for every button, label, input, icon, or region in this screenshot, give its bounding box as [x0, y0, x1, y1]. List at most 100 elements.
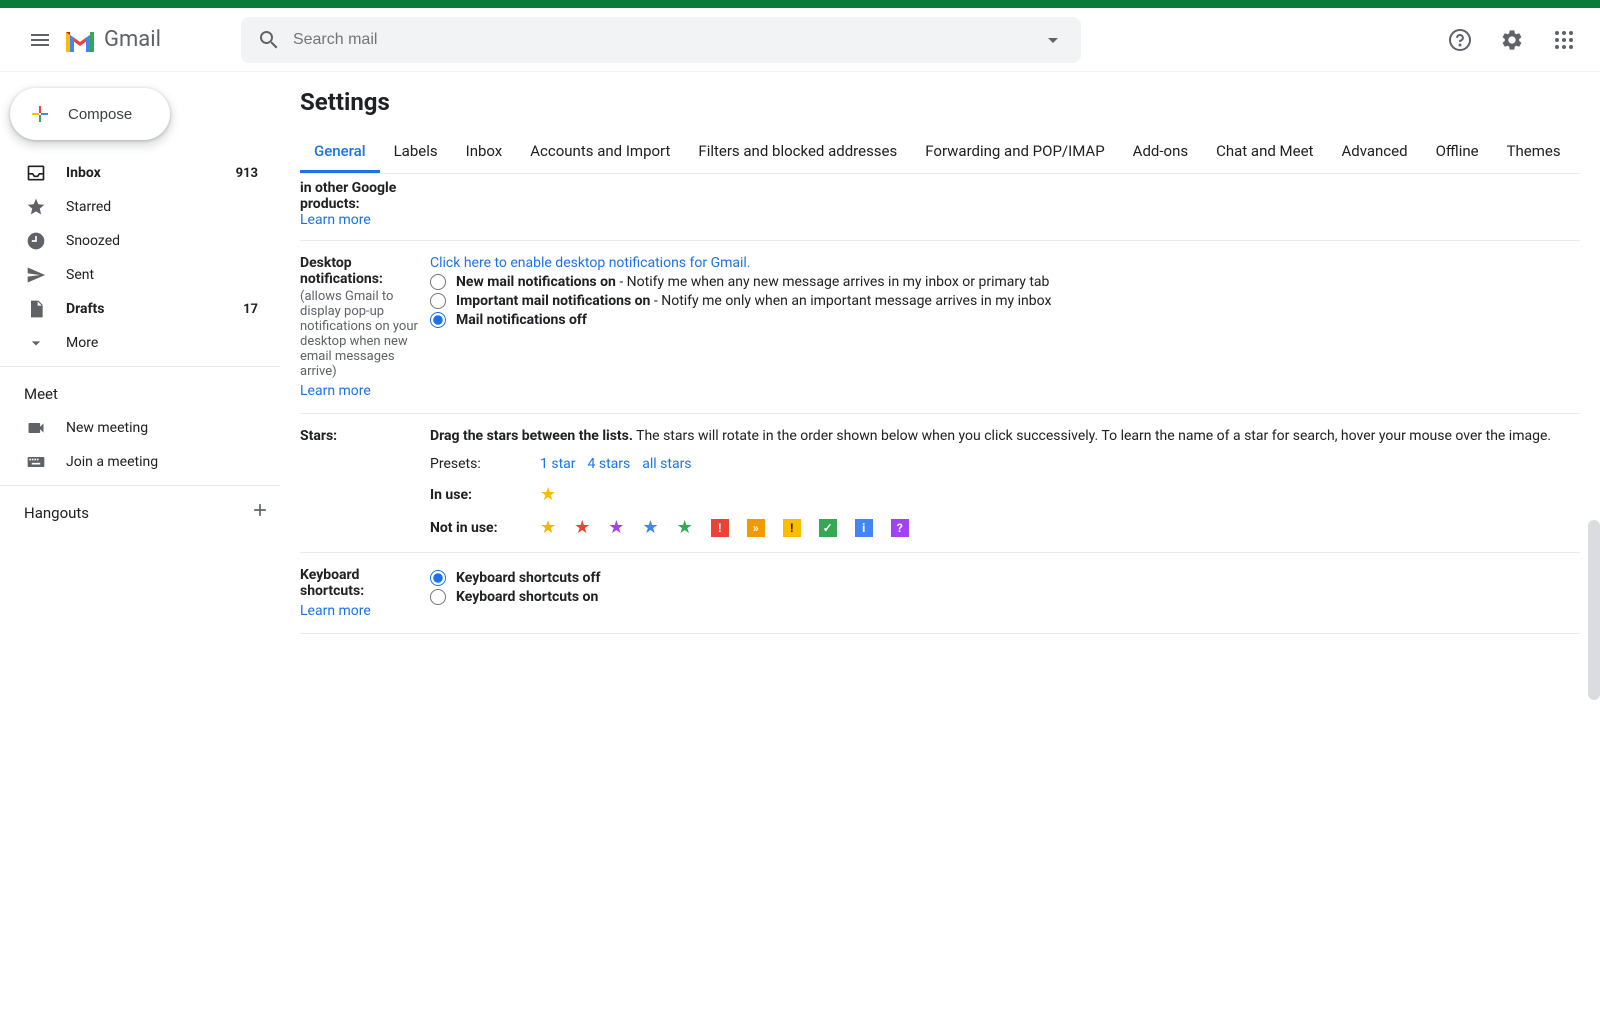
- nav-label: Starred: [66, 199, 268, 215]
- nav-label: Sent: [66, 267, 268, 283]
- search-box[interactable]: [241, 17, 1081, 63]
- tab-inbox[interactable]: Inbox: [452, 132, 517, 173]
- tab-accounts[interactable]: Accounts and Import: [516, 132, 684, 173]
- radio-label: Mail notifications off: [456, 312, 587, 328]
- stars-desc-rest: The stars will rotate in the order shown…: [633, 428, 1551, 444]
- nav-label: Join a meeting: [66, 454, 268, 470]
- setting-label: Keyboard shortcuts:: [300, 567, 364, 599]
- tab-themes[interactable]: Themes: [1493, 132, 1575, 173]
- hangouts-section-header: Hangouts: [0, 492, 280, 530]
- preset-all-stars[interactable]: all stars: [642, 456, 691, 472]
- not-in-use-label: Not in use:: [430, 520, 540, 536]
- meet-section-header: Meet: [0, 373, 280, 411]
- radio-shortcuts-on[interactable]: [430, 589, 446, 605]
- tab-addons[interactable]: Add-ons: [1119, 132, 1202, 173]
- sidebar-item-starred[interactable]: Starred: [0, 190, 280, 224]
- search-icon: [257, 28, 281, 52]
- sidebar-item-join-meeting[interactable]: Join a meeting: [0, 445, 280, 479]
- sidebar-item-inbox[interactable]: Inbox 913: [0, 156, 280, 190]
- clock-icon: [26, 231, 46, 251]
- keyboard-icon: [26, 452, 46, 472]
- star-red-bang[interactable]: !: [711, 519, 729, 537]
- star-green-check[interactable]: ✓: [819, 519, 837, 537]
- presets-label: Presets:: [430, 456, 540, 472]
- star-red[interactable]: ★: [574, 517, 590, 538]
- tab-offline[interactable]: Offline: [1422, 132, 1493, 173]
- tab-filters[interactable]: Filters and blocked addresses: [684, 132, 911, 173]
- apps-grid-icon: [1552, 28, 1576, 52]
- nav-label: Drafts: [66, 301, 243, 317]
- nav-count: 913: [236, 166, 258, 181]
- sidebar-item-new-meeting[interactable]: New meeting: [0, 411, 280, 445]
- sidebar-item-more[interactable]: More: [0, 326, 280, 360]
- setting-label: Desktop notifications:: [300, 255, 383, 287]
- chevron-down-icon: [26, 333, 46, 353]
- star-purple-question[interactable]: ?: [891, 519, 909, 537]
- sidebar-item-drafts[interactable]: Drafts 17: [0, 292, 280, 326]
- radio-label-rest: - Notify me only when an important messa…: [650, 293, 1051, 309]
- partial-setting-text: in other Google: [300, 180, 396, 196]
- compose-plus-icon: [28, 102, 52, 126]
- hamburger-icon: [28, 28, 52, 52]
- radio-label: Important mail notifications on: [456, 293, 650, 309]
- apps-button[interactable]: [1544, 20, 1584, 60]
- radio-important-mail-on[interactable]: [430, 293, 446, 309]
- tab-forwarding[interactable]: Forwarding and POP/IMAP: [911, 132, 1118, 173]
- sidebar-item-snoozed[interactable]: Snoozed: [0, 224, 280, 258]
- page-title: Settings: [300, 88, 1580, 116]
- nav-label: Inbox: [66, 165, 236, 181]
- tab-general[interactable]: General: [300, 132, 380, 173]
- in-use-label: In use:: [430, 487, 540, 503]
- setting-stars: Stars: Drag the stars between the lists.…: [300, 414, 1580, 553]
- setting-label: Stars:: [300, 428, 337, 444]
- preset-1-star[interactable]: 1 star: [540, 456, 576, 472]
- radio-label-rest: - Notify me when any new message arrives…: [616, 274, 1050, 290]
- learn-more-link[interactable]: Learn more: [300, 383, 420, 399]
- support-button[interactable]: [1440, 20, 1480, 60]
- partial-setting-text2: products:: [300, 196, 360, 212]
- scrollbar-thumb[interactable]: [1588, 520, 1600, 700]
- hangouts-add-button[interactable]: [250, 500, 270, 524]
- radio-shortcuts-off[interactable]: [430, 570, 446, 586]
- settings-tabs: General Labels Inbox Accounts and Import…: [300, 132, 1580, 174]
- learn-more-link[interactable]: Learn more: [300, 603, 420, 619]
- search-options-icon[interactable]: [1041, 28, 1065, 52]
- draft-icon: [26, 299, 46, 319]
- inbox-icon: [26, 163, 46, 183]
- gmail-logo[interactable]: Gmail: [64, 27, 161, 52]
- tab-advanced[interactable]: Advanced: [1327, 132, 1421, 173]
- tab-chat[interactable]: Chat and Meet: [1202, 132, 1327, 173]
- main-menu-button[interactable]: [16, 16, 64, 64]
- radio-label: Keyboard shortcuts on: [456, 589, 598, 605]
- learn-more-link[interactable]: Learn more: [300, 212, 371, 228]
- logo-text: Gmail: [104, 27, 161, 52]
- star-blue-info[interactable]: i: [855, 519, 873, 537]
- tab-labels[interactable]: Labels: [380, 132, 452, 173]
- send-icon: [26, 265, 46, 285]
- star-icon: [26, 197, 46, 217]
- preset-4-stars[interactable]: 4 stars: [588, 456, 631, 472]
- search-input[interactable]: [293, 31, 1041, 49]
- video-icon: [26, 418, 46, 438]
- star-purple[interactable]: ★: [608, 517, 624, 538]
- nav-count: 17: [243, 302, 258, 317]
- radio-new-mail-on[interactable]: [430, 274, 446, 290]
- star-orange[interactable]: ★: [540, 517, 556, 538]
- star-yellow-bang[interactable]: !: [783, 519, 801, 537]
- star-orange-guillemet[interactable]: »: [747, 519, 765, 537]
- compose-button[interactable]: Compose: [10, 88, 170, 140]
- nav-label: New meeting: [66, 420, 268, 436]
- radio-mail-off[interactable]: [430, 312, 446, 328]
- enable-notifications-link[interactable]: Click here to enable desktop notificatio…: [430, 255, 751, 271]
- setting-description: (allows Gmail to display pop-up notifica…: [300, 289, 420, 379]
- nav-label: More: [66, 335, 268, 351]
- plus-icon: [250, 500, 270, 520]
- nav-label: Snoozed: [66, 233, 268, 249]
- settings-button[interactable]: [1492, 20, 1532, 60]
- star-yellow[interactable]: ★: [540, 484, 556, 505]
- sidebar-item-sent[interactable]: Sent: [0, 258, 280, 292]
- star-green[interactable]: ★: [677, 517, 693, 538]
- stars-desc-bold: Drag the stars between the lists.: [430, 428, 633, 444]
- star-blue[interactable]: ★: [642, 517, 658, 538]
- radio-label: New mail notifications on: [456, 274, 616, 290]
